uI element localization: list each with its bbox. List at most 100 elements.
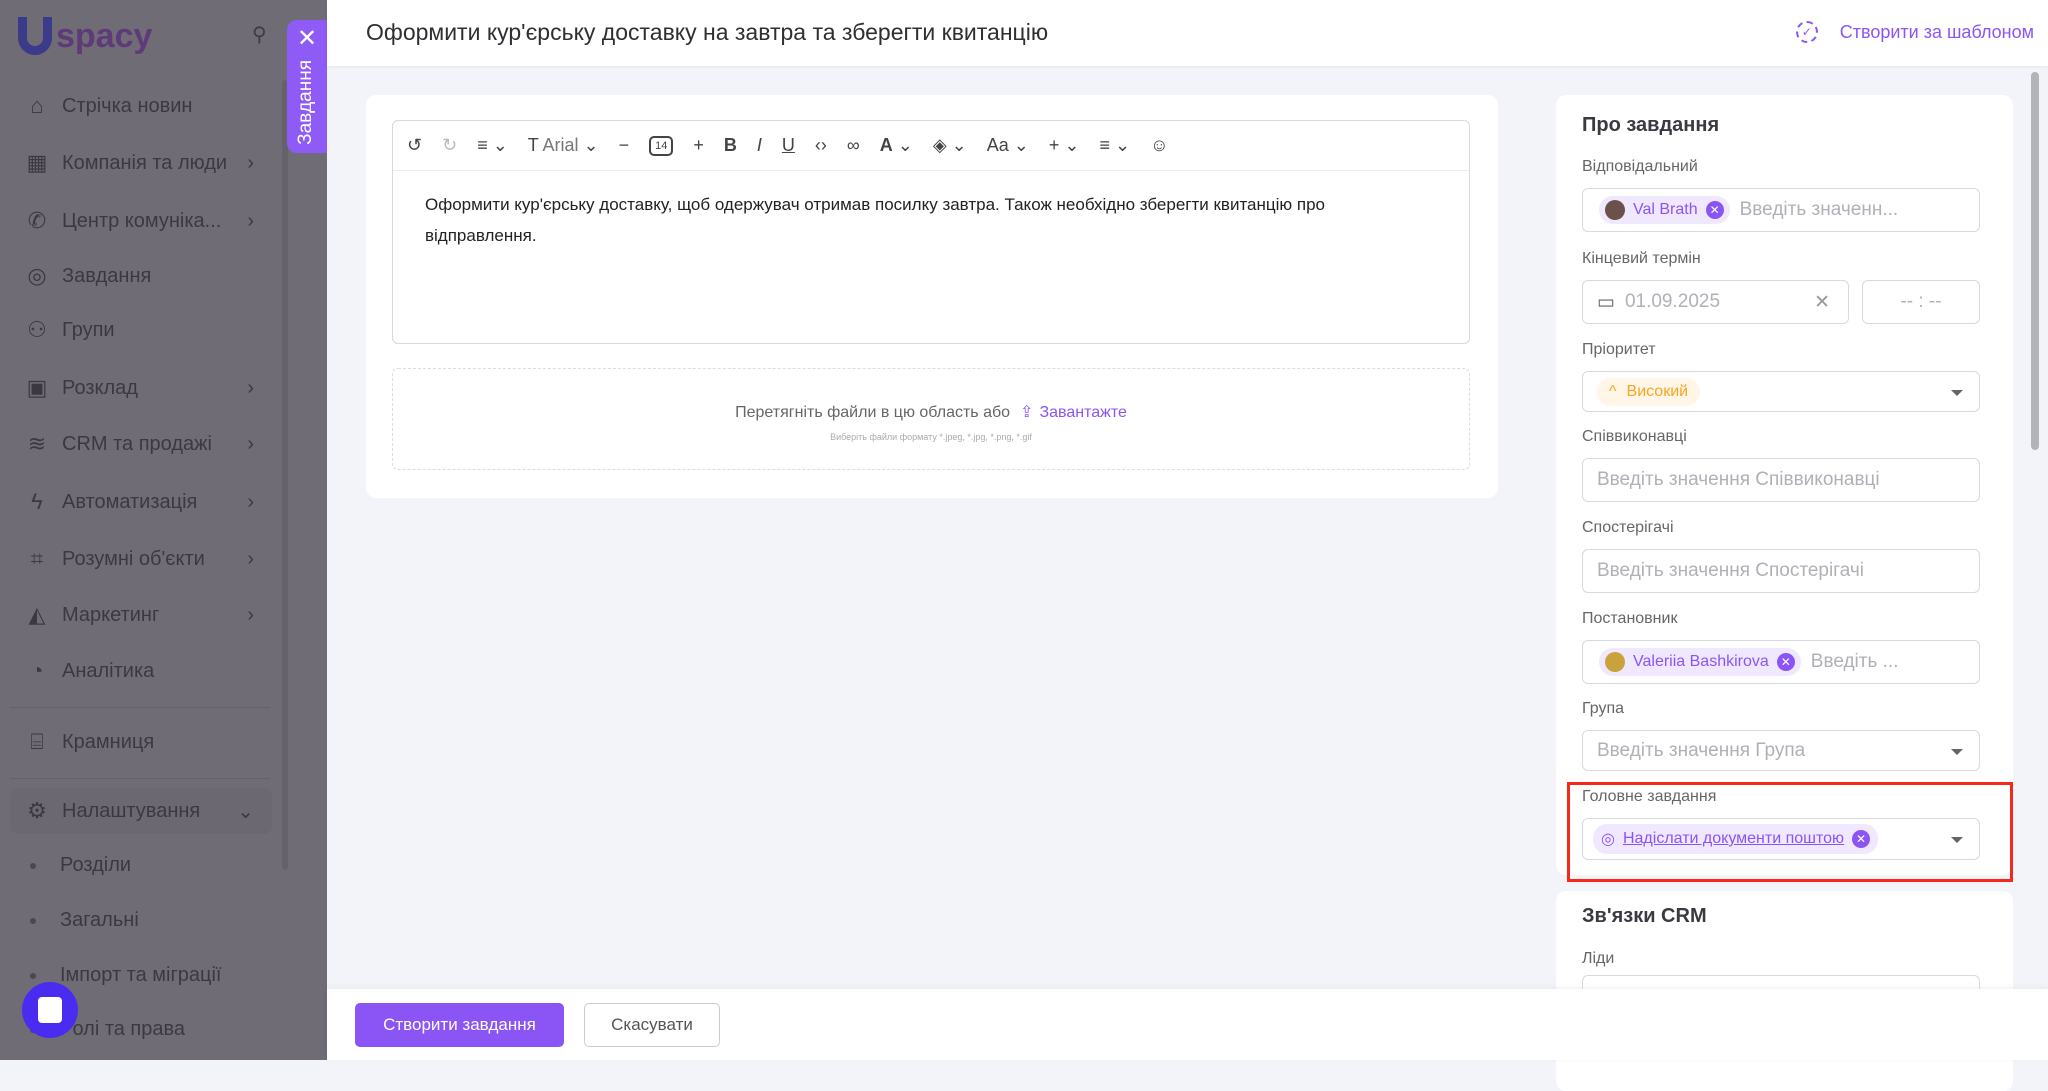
priority-select[interactable]: ^ Високий [1582, 371, 1980, 412]
responsible-field[interactable]: Val Brath ✕ Введіть значенн... [1582, 188, 1980, 232]
sidebar-item[interactable]: ✆ Центр комуніка... › [24, 201, 284, 241]
bullet [30, 917, 36, 924]
increase-size-icon[interactable]: + [693, 135, 704, 156]
bold-icon[interactable]: B [724, 135, 737, 156]
clear-icon[interactable]: ✕ [1814, 291, 1830, 314]
coexecutors-input[interactable]: Введіть значення Співвиконавці [1582, 458, 1980, 502]
sidebar-item[interactable]: ◔ Аналітика [24, 651, 284, 691]
sidebar-subitem[interactable]: Розділи [30, 854, 131, 877]
code-icon[interactable]: ‹› [815, 135, 827, 156]
sidebar-item-label: Групи [62, 318, 115, 341]
sidebar-item-label: Аналітика [62, 659, 155, 682]
align-icon[interactable]: ≡ ⌄ [1099, 135, 1130, 156]
sidebar-subitem[interactable]: Загальні [30, 909, 139, 932]
divider [10, 778, 270, 779]
time-value: -- : -- [1900, 291, 1942, 312]
template-icon: ✓ [1795, 21, 1818, 43]
responsible-label: Відповідальний [1582, 158, 1698, 175]
group-label: Група [1582, 700, 1625, 717]
remove-icon[interactable]: ✕ [1776, 653, 1795, 671]
editor-content[interactable]: Оформити кур'єрську доставку, щоб одержу… [393, 171, 1469, 269]
italic-icon[interactable]: I [757, 135, 762, 156]
template-label: Створити за шаблоном [1839, 21, 2034, 42]
bolt-icon: ϟ [31, 489, 43, 514]
chevron-right-icon: › [247, 490, 254, 513]
sidebar-item-label: Компанія та люди [62, 151, 228, 174]
chevron-up-icon: ^ [1609, 382, 1617, 400]
chat-button[interactable] [22, 982, 78, 1038]
tasks-side-tab[interactable]: ✕ Завдання [287, 20, 327, 153]
chip-label: Val Brath [1633, 201, 1698, 218]
deadline-time-field[interactable]: -- : -- [1862, 280, 1980, 324]
close-icon[interactable]: ✕ [287, 24, 327, 53]
block-format-icon[interactable]: ≡ ⌄ [477, 135, 508, 156]
observers-input[interactable]: Введіть значення Спостерігачі [1582, 549, 1980, 593]
priority-label: Пріоритет [1582, 341, 1656, 358]
sidebar-item-label: Маркетинг [62, 603, 160, 626]
section-title: Про завдання [1582, 114, 1720, 136]
file-drop-zone[interactable]: Перетягніть файли в цю область або ⇪ Заван… [392, 368, 1470, 470]
sidebar-item[interactable]: ⚇ Групи [24, 310, 284, 350]
subitem-label: Імпорт та міграції [60, 964, 222, 986]
sidebar-item[interactable]: ϟ Автоматизація › [24, 482, 284, 522]
undo-icon[interactable]: ↺ [407, 135, 422, 156]
priority-chip: ^ Високий [1597, 377, 1701, 406]
date-value: 01.09.2025 [1624, 291, 1721, 312]
upload-link[interactable]: Завантажте [1039, 404, 1126, 421]
drop-text: Перетягніть файли в цю область або [735, 404, 1011, 421]
highlight-box [1567, 782, 2013, 882]
text-case-icon[interactable]: Aa ⌄ [987, 135, 1029, 156]
logo[interactable]: spacy [18, 16, 152, 56]
create-from-template-button[interactable]: ✓ Створити за шаблоном [1795, 21, 2034, 43]
emoji-icon[interactable]: ☺ [1150, 135, 1168, 156]
sidebar: spacy ⚲ ⌂ Стрічка новин ▦ Компанія та люди ›… [0, 0, 327, 1060]
group-select[interactable]: Введіть значення Група [1582, 730, 1980, 771]
avatar [1605, 200, 1625, 220]
redo-icon[interactable]: ↻ [442, 135, 457, 156]
font-size-input[interactable]: 14 [649, 135, 674, 156]
upload-icon: ⇪ [1020, 404, 1034, 421]
coexecutors-label: Співвиконавці [1582, 428, 1687, 445]
calendar-icon: ▣ [26, 375, 48, 400]
insert-icon[interactable]: + ⌄ [1049, 135, 1080, 156]
bg-color-icon[interactable]: ◈ ⌄ [933, 135, 967, 156]
underline-icon[interactable]: U [782, 135, 795, 156]
link-icon[interactable]: ∞ [847, 135, 860, 156]
decrease-size-icon[interactable]: − [619, 135, 630, 156]
deadline-date-field[interactable]: ▭ 01.09.2025 ✕ [1582, 280, 1849, 324]
pin-icon[interactable]: ⚲ [252, 22, 267, 47]
rich-text-editor[interactable]: ↺ ↻ ≡ ⌄ T Arial ⌄ − 14 + B I U ‹› ∞ A ⌄ … [392, 120, 1470, 344]
sidebar-item[interactable]: ⌂ Стрічка новин [24, 86, 284, 126]
create-task-button[interactable]: Створити завдання [355, 1003, 564, 1047]
sidebar-item[interactable]: ⌗ Розумні об'єкти › [24, 539, 284, 579]
sidebar-item[interactable]: ▦ Компанія та люди › [24, 143, 284, 183]
text-color-icon[interactable]: A ⌄ [880, 135, 913, 156]
avatar [1605, 652, 1625, 672]
chevron-right-icon: › [247, 603, 254, 626]
remove-icon[interactable]: ✕ [1705, 201, 1724, 219]
sidebar-item[interactable]: ▣ Розклад › [24, 368, 284, 408]
cancel-button[interactable]: Скасувати [584, 1003, 720, 1047]
megaphone-icon: ◭ [28, 602, 46, 627]
sidebar-item[interactable]: ≋ CRM та продажі › [24, 424, 284, 464]
subitem-label: Загальні [60, 909, 139, 931]
font-icon[interactable]: T Arial ⌄ [528, 135, 599, 156]
side-tab-label: Завдання [295, 60, 316, 145]
sidebar-item[interactable]: ⌸ Крамниця [24, 722, 284, 762]
users-icon: ⚇ [27, 317, 47, 342]
subitem-label: Розділи [60, 854, 132, 876]
font-family-select[interactable]: Arial [542, 135, 578, 155]
sidebar-item[interactable]: ⚙ Налаштування ⌄ [24, 791, 284, 831]
author-placeholder: Введіть ... [1810, 651, 1899, 672]
page-title: Оформити кур'єрську доставку на завтра т… [366, 19, 1049, 45]
group-placeholder: Введіть значення Група [1597, 739, 1806, 761]
sidebar-item[interactable]: ◭ Маркетинг › [24, 595, 284, 635]
database-icon: ≋ [27, 431, 47, 456]
header: Оформити кур'єрську доставку на завтра т… [327, 0, 2048, 66]
editor-toolbar: ↺ ↻ ≡ ⌄ T Arial ⌄ − 14 + B I U ‹› ∞ A ⌄ … [393, 121, 1469, 171]
sidebar-item[interactable]: ◎ Завдання [24, 256, 284, 296]
author-field[interactable]: Valeriia Bashkirova ✕ Введіть ... [1582, 640, 1980, 684]
chevron-right-icon: › [247, 432, 254, 455]
page-scrollbar[interactable] [2031, 72, 2039, 450]
sidebar-item-label: Розклад [62, 376, 138, 399]
